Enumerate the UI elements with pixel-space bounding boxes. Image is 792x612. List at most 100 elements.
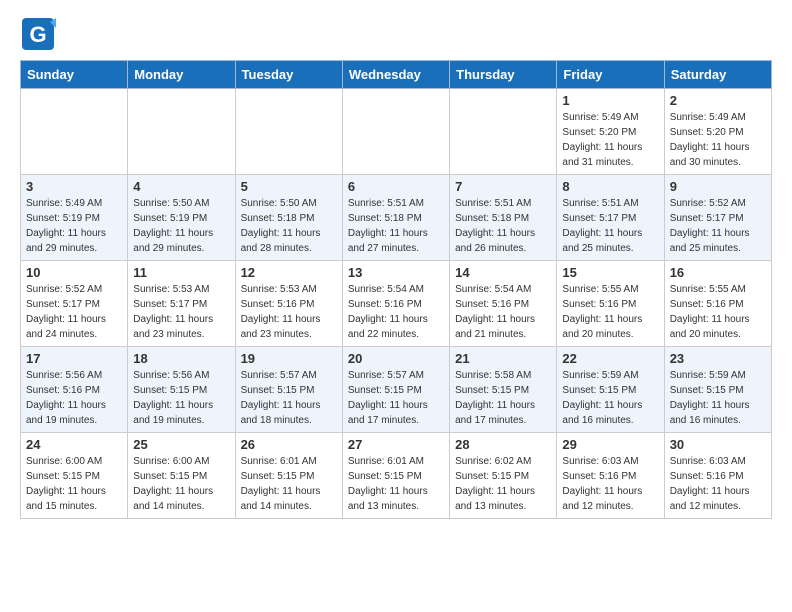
calendar-cell: 29 Sunrise: 6:03 AM Sunset: 5:16 PM Dayli… (557, 433, 664, 519)
day-info: Sunrise: 5:59 AM Sunset: 5:15 PM Dayligh… (562, 368, 658, 428)
day-number: 6 (348, 179, 444, 194)
day-info: Sunrise: 5:57 AM Sunset: 5:15 PM Dayligh… (241, 368, 337, 428)
day-number: 16 (670, 265, 766, 280)
day-info: Sunrise: 6:01 AM Sunset: 5:15 PM Dayligh… (241, 454, 337, 514)
calendar-cell: 4 Sunrise: 5:50 AM Sunset: 5:19 PM Daylig… (128, 175, 235, 261)
day-number: 4 (133, 179, 229, 194)
day-info: Sunrise: 5:58 AM Sunset: 5:15 PM Dayligh… (455, 368, 551, 428)
day-number: 21 (455, 351, 551, 366)
calendar-cell: 24Sunrise: 6:00 AM Sunset: 5:15 PM Dayli… (21, 433, 128, 519)
calendar-header-row: SundayMondayTuesdayWednesdayThursdayFrid… (21, 61, 772, 89)
day-number: 17 (26, 351, 122, 366)
day-number: 11 (133, 265, 229, 280)
calendar-cell: 26 Sunrise: 6:01 AM Sunset: 5:15 PM Dayli… (235, 433, 342, 519)
day-number: 12 (241, 265, 337, 280)
calendar-cell: 9 Sunrise: 5:52 AM Sunset: 5:17 PM Daylig… (664, 175, 771, 261)
calendar-cell: 6 Sunrise: 5:51 AM Sunset: 5:18 PM Daylig… (342, 175, 449, 261)
calendar-cell: 22 Sunrise: 5:59 AM Sunset: 5:15 PM Dayli… (557, 347, 664, 433)
calendar-cell: 2Sunrise: 5:49 AM Sunset: 5:20 PM Daylig… (664, 89, 771, 175)
calendar-cell: 19 Sunrise: 5:57 AM Sunset: 5:15 PM Dayli… (235, 347, 342, 433)
day-number: 14 (455, 265, 551, 280)
calendar-cell (450, 89, 557, 175)
day-number: 15 (562, 265, 658, 280)
calendar-cell: 16 Sunrise: 5:55 AM Sunset: 5:16 PM Dayli… (664, 261, 771, 347)
day-of-week-tuesday: Tuesday (235, 61, 342, 89)
calendar-cell: 14 Sunrise: 5:54 AM Sunset: 5:16 PM Dayli… (450, 261, 557, 347)
day-info: Sunrise: 5:56 AM Sunset: 5:15 PM Dayligh… (133, 368, 229, 428)
day-info: Sunrise: 5:52 AM Sunset: 5:17 PM Dayligh… (670, 196, 766, 256)
day-number: 25 (133, 437, 229, 452)
calendar-cell: 30Sunrise: 6:03 AM Sunset: 5:16 PM Dayli… (664, 433, 771, 519)
calendar-cell: 5 Sunrise: 5:50 AM Sunset: 5:18 PM Daylig… (235, 175, 342, 261)
logo: G (20, 16, 60, 52)
day-info: Sunrise: 5:55 AM Sunset: 5:16 PM Dayligh… (562, 282, 658, 342)
day-number: 19 (241, 351, 337, 366)
day-info: Sunrise: 5:52 AM Sunset: 5:17 PM Dayligh… (26, 282, 122, 342)
day-info: Sunrise: 5:57 AM Sunset: 5:15 PM Dayligh… (348, 368, 444, 428)
calendar-week-4: 17 Sunrise: 5:56 AM Sunset: 5:16 PM Dayli… (21, 347, 772, 433)
calendar-cell: 28Sunrise: 6:02 AM Sunset: 5:15 PM Dayli… (450, 433, 557, 519)
day-info: Sunrise: 5:54 AM Sunset: 5:16 PM Dayligh… (455, 282, 551, 342)
day-number: 2 (670, 93, 766, 108)
calendar-cell: 25 Sunrise: 6:00 AM Sunset: 5:15 PM Dayli… (128, 433, 235, 519)
day-number: 13 (348, 265, 444, 280)
header: G (20, 16, 772, 52)
calendar-week-1: 1Sunrise: 5:49 AM Sunset: 5:20 PM Daylig… (21, 89, 772, 175)
page: G SundayMondayTuesdayWednesdayThursdayFr… (0, 0, 792, 535)
day-number: 28 (455, 437, 551, 452)
day-number: 27 (348, 437, 444, 452)
calendar-cell: 11 Sunrise: 5:53 AM Sunset: 5:17 PM Dayli… (128, 261, 235, 347)
logo-icon: G (20, 16, 56, 52)
day-number: 18 (133, 351, 229, 366)
day-info: Sunrise: 5:50 AM Sunset: 5:19 PM Dayligh… (133, 196, 229, 256)
day-number: 22 (562, 351, 658, 366)
day-info: Sunrise: 5:56 AM Sunset: 5:16 PM Dayligh… (26, 368, 122, 428)
day-info: Sunrise: 6:00 AM Sunset: 5:15 PM Dayligh… (26, 454, 122, 514)
calendar-cell (342, 89, 449, 175)
day-info: Sunrise: 5:51 AM Sunset: 5:18 PM Dayligh… (348, 196, 444, 256)
calendar-cell: 23 Sunrise: 5:59 AM Sunset: 5:15 PM Dayli… (664, 347, 771, 433)
day-info: Sunrise: 5:51 AM Sunset: 5:18 PM Dayligh… (455, 196, 551, 256)
calendar-cell (21, 89, 128, 175)
day-number: 30 (670, 437, 766, 452)
calendar-cell: 7 Sunrise: 5:51 AM Sunset: 5:18 PM Daylig… (450, 175, 557, 261)
day-number: 10 (26, 265, 122, 280)
calendar-cell: 21 Sunrise: 5:58 AM Sunset: 5:15 PM Dayli… (450, 347, 557, 433)
day-number: 9 (670, 179, 766, 194)
day-number: 29 (562, 437, 658, 452)
calendar-week-2: 3 Sunrise: 5:49 AM Sunset: 5:19 PM Daylig… (21, 175, 772, 261)
day-of-week-thursday: Thursday (450, 61, 557, 89)
day-info: Sunrise: 5:54 AM Sunset: 5:16 PM Dayligh… (348, 282, 444, 342)
calendar-week-5: 24Sunrise: 6:00 AM Sunset: 5:15 PM Dayli… (21, 433, 772, 519)
calendar-cell: 8 Sunrise: 5:51 AM Sunset: 5:17 PM Daylig… (557, 175, 664, 261)
day-info: Sunrise: 6:03 AM Sunset: 5:16 PM Dayligh… (562, 454, 658, 514)
day-info: Sunrise: 5:50 AM Sunset: 5:18 PM Dayligh… (241, 196, 337, 256)
calendar-week-3: 10 Sunrise: 5:52 AM Sunset: 5:17 PM Dayli… (21, 261, 772, 347)
day-number: 1 (562, 93, 658, 108)
day-number: 23 (670, 351, 766, 366)
day-number: 3 (26, 179, 122, 194)
calendar-cell: 27Sunrise: 6:01 AM Sunset: 5:15 PM Dayli… (342, 433, 449, 519)
day-info: Sunrise: 5:59 AM Sunset: 5:15 PM Dayligh… (670, 368, 766, 428)
day-number: 7 (455, 179, 551, 194)
calendar-cell: 3 Sunrise: 5:49 AM Sunset: 5:19 PM Daylig… (21, 175, 128, 261)
calendar-cell: 15 Sunrise: 5:55 AM Sunset: 5:16 PM Dayli… (557, 261, 664, 347)
day-info: Sunrise: 5:51 AM Sunset: 5:17 PM Dayligh… (562, 196, 658, 256)
day-number: 5 (241, 179, 337, 194)
day-number: 8 (562, 179, 658, 194)
day-number: 20 (348, 351, 444, 366)
calendar-cell: 13 Sunrise: 5:54 AM Sunset: 5:16 PM Dayli… (342, 261, 449, 347)
calendar-cell (235, 89, 342, 175)
day-info: Sunrise: 5:53 AM Sunset: 5:16 PM Dayligh… (241, 282, 337, 342)
calendar-cell: 18 Sunrise: 5:56 AM Sunset: 5:15 PM Dayli… (128, 347, 235, 433)
day-of-week-saturday: Saturday (664, 61, 771, 89)
day-info: Sunrise: 6:00 AM Sunset: 5:15 PM Dayligh… (133, 454, 229, 514)
calendar-cell: 17 Sunrise: 5:56 AM Sunset: 5:16 PM Dayli… (21, 347, 128, 433)
day-info: Sunrise: 5:55 AM Sunset: 5:16 PM Dayligh… (670, 282, 766, 342)
calendar-cell: 20 Sunrise: 5:57 AM Sunset: 5:15 PM Dayli… (342, 347, 449, 433)
day-info: Sunrise: 5:49 AM Sunset: 5:19 PM Dayligh… (26, 196, 122, 256)
day-number: 26 (241, 437, 337, 452)
day-info: Sunrise: 5:53 AM Sunset: 5:17 PM Dayligh… (133, 282, 229, 342)
calendar-cell: 12 Sunrise: 5:53 AM Sunset: 5:16 PM Dayli… (235, 261, 342, 347)
day-of-week-monday: Monday (128, 61, 235, 89)
